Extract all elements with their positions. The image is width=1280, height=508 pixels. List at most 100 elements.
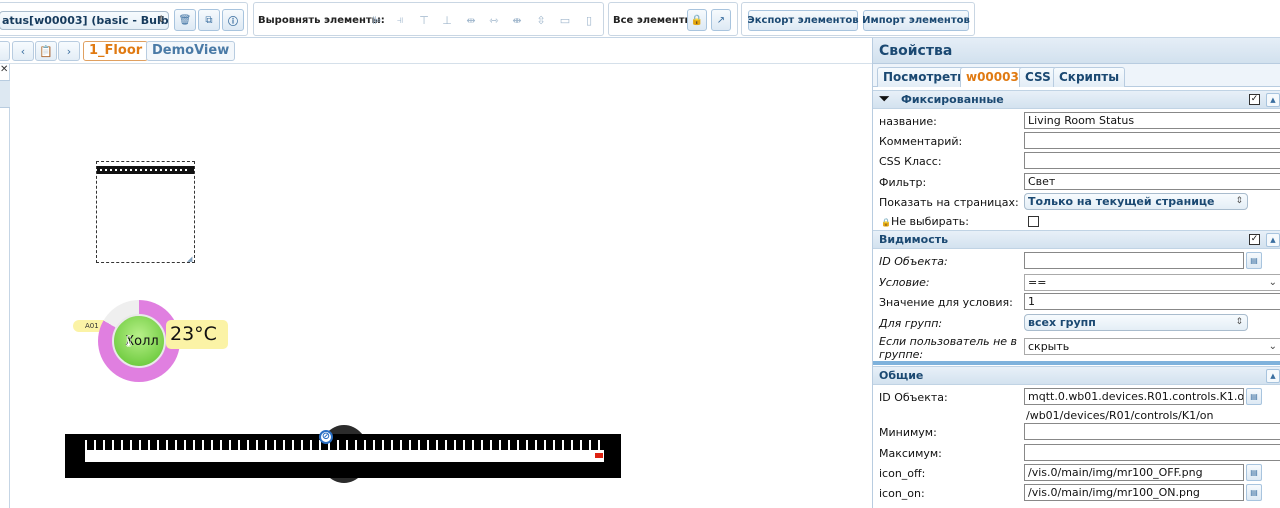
no-select-label: 🔒Не выбирать: (881, 215, 969, 228)
info-button[interactable]: ⓘ (222, 9, 244, 31)
tab-1-floor[interactable]: 1_Floor (83, 41, 149, 61)
tab-css[interactable]: CSS (1019, 67, 1057, 87)
same-height-icon[interactable]: ▯ (582, 14, 596, 27)
widget-select-value: atus[w00003] (basic - Bulb (2, 14, 169, 27)
slider-indicator (595, 453, 603, 458)
copy-icon: ⧉ (205, 14, 213, 26)
tab-widget[interactable]: w00003 (960, 67, 1025, 87)
align-center-v-icon[interactable]: ⇹ (464, 14, 478, 27)
condition-label: Условие: (879, 276, 930, 289)
collapse-icon[interactable]: ▲ (1266, 93, 1280, 107)
align-group: Выровнять элементы: ⊫ ⫣ ⊤ ⊥ ⇹ ⇿ ⇼ ⇳ ▭ ▯ (253, 2, 604, 36)
tab-demoview[interactable]: DemoView (146, 41, 236, 61)
views-list-button[interactable]: 📋 (35, 41, 57, 61)
next-view-button[interactable]: › (58, 41, 80, 61)
left-collapsed-panel: ✕ (0, 64, 10, 508)
align-bottom-icon[interactable]: ⊥ (440, 14, 454, 27)
object-id-label: ID Объекта: (879, 391, 948, 404)
copy-widget-button[interactable]: ⧉ (198, 9, 220, 31)
icon-off-label: icon_off: (879, 467, 926, 480)
icon-off-picker-button[interactable]: ▤ (1246, 464, 1262, 481)
external-link-icon: ↗ (716, 14, 726, 26)
show-on-select[interactable]: Только на текущей странице ⇕ (1024, 193, 1248, 210)
same-width-icon[interactable]: ▭ (558, 14, 572, 27)
distribute-h-icon[interactable]: ⇼ (510, 14, 524, 27)
menu-button[interactable] (0, 41, 10, 61)
chevron-down-icon: ⌄ (1268, 277, 1277, 288)
filter-input[interactable]: Свет (1024, 173, 1280, 190)
vis-object-id-input[interactable] (1024, 252, 1244, 269)
list-icon: ▤ (1250, 256, 1258, 265)
comment-input[interactable] (1024, 132, 1280, 149)
not-in-group-label-2: группе: (879, 348, 924, 361)
object-id-input[interactable]: mqtt.0.wb01.devices.R01.controls.K1.on (1024, 388, 1244, 405)
align-top-icon[interactable]: ⊤ (417, 14, 431, 27)
not-in-group-value: скрыть (1028, 340, 1070, 353)
collapsed-panel-handle[interactable] (0, 80, 10, 108)
collapse-icon[interactable]: ▲ (1266, 369, 1280, 383)
section-fixed-checkbox[interactable]: ✓ (1249, 94, 1260, 105)
image-icon: ▤ (1250, 488, 1258, 497)
icon-on-input[interactable]: /vis.0/main/img/mr100_ON.png (1024, 484, 1244, 501)
thermo-inner: 🌡 Холл (112, 314, 166, 368)
export-import-group: Экспорт элементов Импорт элементов (741, 2, 975, 36)
tab-scripts[interactable]: Скрипты (1053, 67, 1126, 87)
min-label: Минимум: (879, 426, 937, 439)
import-elements-button[interactable]: Импорт элементов (862, 10, 970, 31)
not-in-group-select[interactable]: скрыть ⌄ (1024, 338, 1280, 355)
resize-handle-icon[interactable]: ◢ (187, 255, 193, 263)
delete-widget-button[interactable]: 🗑 (174, 9, 196, 31)
show-on-label: Показать на страницах: (879, 196, 1019, 209)
close-icon[interactable]: ✕ (0, 64, 8, 75)
section-general[interactable]: Общие ▲ (873, 366, 1280, 385)
widget-select[interactable]: atus[w00003] (basic - Bulb ⇕ (0, 11, 169, 30)
align-center-h-icon[interactable]: ⇿ (487, 14, 501, 27)
max-input[interactable] (1024, 444, 1280, 461)
section-visibility-checkbox[interactable]: ✓ (1249, 234, 1260, 245)
view-canvas[interactable]: ◢ A01 🌡 Холл 23°C ⊘ (11, 65, 872, 508)
widget-strip-marks (100, 169, 190, 171)
not-in-group-label-1: Если пользователь не в (879, 335, 1018, 348)
min-input[interactable] (1024, 423, 1280, 440)
panel-tabs: Посмотреть w00003 CSS Скрипты (873, 64, 1280, 87)
name-input[interactable]: Living Room Status (1024, 112, 1280, 129)
section-fixed[interactable]: ⏷ Фиксированные ✓ ▲ (873, 90, 1280, 109)
all-elements-group: Все элементы: 🔒 ↗ (608, 2, 738, 36)
collapse-icon[interactable]: ▲ (1266, 233, 1280, 247)
export-elements-button[interactable]: Экспорт элементов (747, 10, 859, 31)
condition-select[interactable]: == ⌄ (1024, 274, 1280, 291)
list-icon: ▤ (1250, 392, 1258, 401)
section-divider (873, 361, 1280, 365)
open-external-button[interactable]: ↗ (711, 9, 731, 31)
section-visibility[interactable]: Видимость ✓ ▲ (873, 230, 1280, 249)
icon-off-input[interactable]: /vis.0/main/img/mr100_OFF.png (1024, 464, 1244, 481)
widget-select-group: atus[w00003] (basic - Bulb ⇕ 🗑 ⧉ ⓘ (0, 2, 248, 36)
icon-on-picker-button[interactable]: ▤ (1246, 484, 1262, 501)
trash-icon: 🗑 (178, 14, 192, 26)
align-left-icon[interactable]: ⊫ (370, 14, 384, 27)
vis-object-id-picker-button[interactable]: ▤ (1246, 252, 1262, 269)
no-select-text: Не выбирать: (890, 215, 969, 228)
groups-select[interactable]: всех групп ⇕ (1024, 314, 1248, 331)
css-class-label: CSS Класс: (879, 155, 942, 168)
tab-view[interactable]: Посмотреть (877, 67, 971, 87)
all-elements-label: Все элементы: (613, 15, 698, 26)
thermometer-icon: 🌡 (121, 334, 137, 348)
chevron-down-icon: ⌄ (1268, 341, 1277, 352)
css-class-input[interactable] (1024, 152, 1280, 169)
align-right-icon[interactable]: ⫣ (393, 13, 407, 26)
lock-all-button[interactable]: 🔒 (687, 9, 707, 31)
groups-value: всех групп (1028, 316, 1096, 329)
slider-widget[interactable] (65, 434, 621, 478)
cond-value-input[interactable]: 1 (1024, 293, 1280, 310)
show-on-value: Только на текущей странице (1028, 195, 1215, 208)
panel-title: Свойства (873, 38, 1280, 64)
selected-widget[interactable]: ◢ (96, 161, 195, 263)
distribute-v-icon[interactable]: ⇳ (534, 14, 548, 27)
no-select-checkbox[interactable] (1028, 216, 1039, 227)
blocked-icon: ⊘ (319, 430, 333, 444)
cond-value-label: Значение для условия: (879, 296, 1013, 309)
lock-icon: 🔒 (690, 14, 704, 26)
object-id-picker-button[interactable]: ▤ (1246, 388, 1262, 405)
prev-view-button[interactable]: ‹ (12, 41, 34, 61)
